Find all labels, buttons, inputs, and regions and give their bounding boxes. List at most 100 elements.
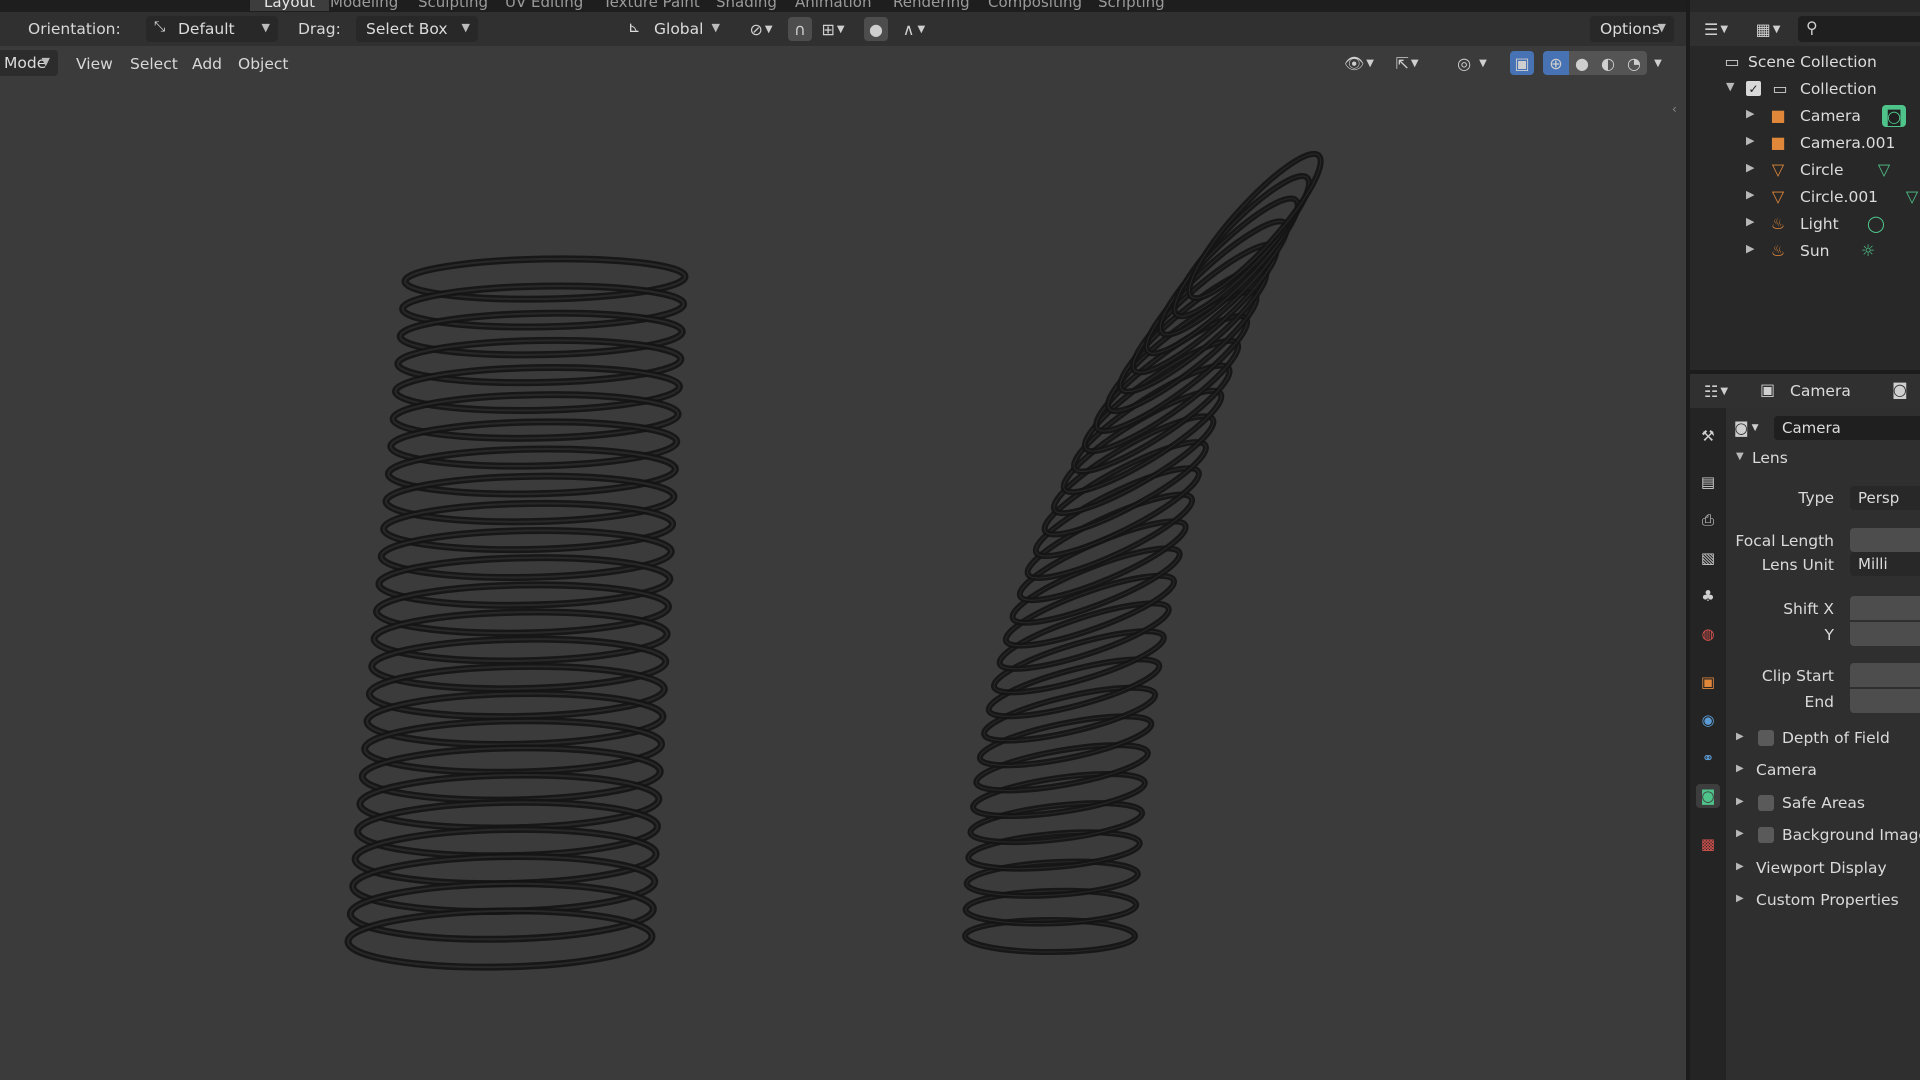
scene-tab-icon[interactable]: ♣	[1696, 584, 1720, 608]
drag-label: Drag:	[298, 20, 341, 38]
render-tab-icon[interactable]: ▤	[1696, 470, 1720, 494]
clip-end-field[interactable]	[1850, 689, 1920, 713]
editor-type-icon[interactable]: ☷ ▼	[1698, 379, 1734, 403]
chevron-down-icon: ▼	[41, 55, 50, 68]
menu-object[interactable]: Object	[238, 55, 288, 73]
checkbox-icon[interactable]	[1758, 730, 1774, 746]
visibility-eye-icon[interactable]: 👁 ▼	[1340, 51, 1378, 75]
section-lens[interactable]: ▼ Lens	[1726, 444, 1920, 474]
camera-datablock-name[interactable]: Camera	[1774, 416, 1920, 440]
focal-length-field[interactable]	[1850, 528, 1920, 552]
focal-length-label: Focal Length	[1735, 532, 1834, 550]
expand-arrow-icon[interactable]: ▶	[1746, 242, 1754, 255]
constraints-tab-icon[interactable]: ⚭	[1696, 746, 1720, 770]
outliner-item-circle-001[interactable]: ▶ ▽ Circle.001 ▽	[1690, 184, 1920, 211]
expand-arrow-icon[interactable]: ▶	[1746, 134, 1754, 147]
pivot-point-icon[interactable]: ⊘ ▼	[742, 17, 780, 41]
drag-dropdown[interactable]: Select Box ▼	[356, 16, 478, 42]
expand-arrow-icon: ▶	[1736, 796, 1744, 807]
section-viewport-display[interactable]: ▶ Viewport Display	[1726, 854, 1920, 884]
xray-toggle-icon[interactable]: ▣	[1510, 51, 1534, 75]
light-data-icon[interactable]: ◯	[1866, 213, 1886, 233]
tab-rendering[interactable]: Rendering	[893, 0, 970, 11]
outliner-item-camera-001[interactable]: ▶ ■ Camera.001	[1690, 130, 1920, 157]
shift-x-field[interactable]	[1850, 596, 1920, 620]
world-tab-icon[interactable]: ◍	[1696, 622, 1720, 646]
section-background-images[interactable]: ▶ Background Images	[1726, 821, 1920, 851]
lens-type-dropdown[interactable]: Persp	[1850, 486, 1920, 510]
snap-toggle-icon[interactable]: ∩	[788, 17, 812, 41]
tab-sculpting[interactable]: Sculpting	[418, 0, 488, 11]
expand-arrow-icon: ▶	[1736, 763, 1744, 774]
snap-target-icon[interactable]: ⊞ ▼	[814, 17, 852, 41]
camera-datablock-icon[interactable]: ◙ ▼	[1734, 416, 1774, 440]
shading-options-chevron-icon[interactable]: ▼	[1650, 51, 1666, 75]
falloff-icon[interactable]: ∧ ▼	[894, 17, 934, 41]
outliner-scene-collection[interactable]: ▭ Scene Collection	[1690, 49, 1920, 76]
lens-unit-dropdown[interactable]: Milli	[1850, 552, 1920, 576]
outliner-search-input[interactable]: ⚲	[1798, 16, 1920, 42]
spring-objects[interactable]	[0, 46, 1686, 1080]
sun-data-icon[interactable]: ☼	[1858, 240, 1878, 260]
checkbox-icon[interactable]: ✓	[1746, 81, 1761, 96]
outliner-item-camera[interactable]: ▶ ■ Camera ◙	[1690, 103, 1920, 130]
transform-orientation-dropdown[interactable]: ⊾ Global ▼	[620, 16, 728, 42]
tab-shading[interactable]: Shading	[716, 0, 777, 11]
physics-tab-icon[interactable]: ◉	[1696, 708, 1720, 732]
solid-shading-icon[interactable]: ●	[1569, 51, 1595, 75]
tab-animation[interactable]: Animation	[795, 0, 871, 11]
tab-scripting[interactable]: Scripting	[1098, 0, 1165, 11]
checkbox-icon[interactable]	[1758, 827, 1774, 843]
mode-dropdown[interactable]: Mode ▼	[0, 50, 58, 76]
camera-data-icon[interactable]: ◙	[1882, 105, 1906, 127]
object-tab-icon[interactable]: ▣	[1696, 670, 1720, 694]
section-depth-of-field[interactable]: ▶ Depth of Field	[1726, 724, 1920, 754]
display-mode-icon[interactable]: ▦ ▼	[1750, 17, 1786, 41]
overlays-icon[interactable]: ◎ ▼	[1448, 51, 1496, 75]
checkbox-icon[interactable]	[1758, 795, 1774, 811]
editor-type-icon[interactable]: ☰ ▼	[1698, 17, 1734, 41]
menu-select[interactable]: Select	[130, 55, 178, 73]
expand-arrow-icon[interactable]: ▼	[1726, 80, 1734, 93]
texture-tab-icon[interactable]: ▩	[1696, 832, 1720, 856]
outliner-item-circle[interactable]: ▶ ▽ Circle ▽	[1690, 157, 1920, 184]
outliner-item-light[interactable]: ▶ ♨ Light ◯	[1690, 211, 1920, 238]
expand-arrow-icon[interactable]: ▶	[1746, 161, 1754, 174]
gizmo-icon[interactable]: ⇱ ▼	[1388, 51, 1426, 75]
tool-tab-icon[interactable]: ⚒	[1696, 424, 1720, 448]
sidebar-toggle-icon[interactable]: ‹	[1672, 102, 1677, 116]
camera-data-tab-icon[interactable]: ◙	[1696, 784, 1720, 808]
tab-layout[interactable]: Layout	[250, 0, 329, 11]
spring-right-object[interactable]	[962, 141, 1335, 955]
expand-arrow-icon[interactable]: ▶	[1746, 107, 1754, 120]
curve-data-icon[interactable]: ▽	[1874, 159, 1894, 179]
menu-view[interactable]: View	[76, 55, 113, 73]
output-tab-icon[interactable]: ⎙	[1696, 508, 1720, 532]
section-safe-areas[interactable]: ▶ Safe Areas	[1726, 789, 1920, 819]
orientation-dropdown[interactable]: ⤡ Default ▼	[146, 16, 278, 42]
proportional-edit-icon[interactable]: ●	[864, 17, 888, 41]
3d-viewport[interactable]: ‹	[0, 46, 1686, 1080]
tab-uv-editing[interactable]: UV Editing	[505, 0, 583, 11]
expand-arrow-icon[interactable]: ▶	[1746, 215, 1754, 228]
outliner-collection[interactable]: ▼ ✓ ▭ Collection	[1690, 76, 1920, 103]
context-object-name: Camera	[1790, 382, 1851, 400]
outliner-item-sun[interactable]: ▶ ♨ Sun ☼	[1690, 238, 1920, 265]
options-dropdown[interactable]: Options ▼	[1590, 16, 1674, 42]
properties-header: ☷ ▼ ▣ Camera ◙	[1690, 374, 1920, 408]
shift-y-field[interactable]	[1850, 622, 1920, 646]
curve-data-icon[interactable]: ▽	[1902, 186, 1920, 206]
tab-compositing[interactable]: Compositing	[988, 0, 1082, 11]
clip-start-field[interactable]	[1850, 663, 1920, 687]
view-layer-tab-icon[interactable]: ▧	[1696, 546, 1720, 570]
tab-texture-paint[interactable]: Texture Paint	[603, 0, 700, 11]
expand-arrow-icon[interactable]: ▶	[1746, 188, 1754, 201]
section-camera[interactable]: ▶ Camera	[1726, 756, 1920, 786]
menu-add[interactable]: Add	[192, 55, 222, 73]
tab-modeling[interactable]: Modeling	[330, 0, 398, 11]
spring-left-object[interactable]	[344, 255, 689, 971]
rendered-shading-icon[interactable]: ◔	[1621, 51, 1647, 75]
wireframe-shading-icon[interactable]: ⊕	[1543, 51, 1569, 75]
section-custom-properties[interactable]: ▶ Custom Properties	[1726, 886, 1920, 916]
material-shading-icon[interactable]: ◐	[1595, 51, 1621, 75]
